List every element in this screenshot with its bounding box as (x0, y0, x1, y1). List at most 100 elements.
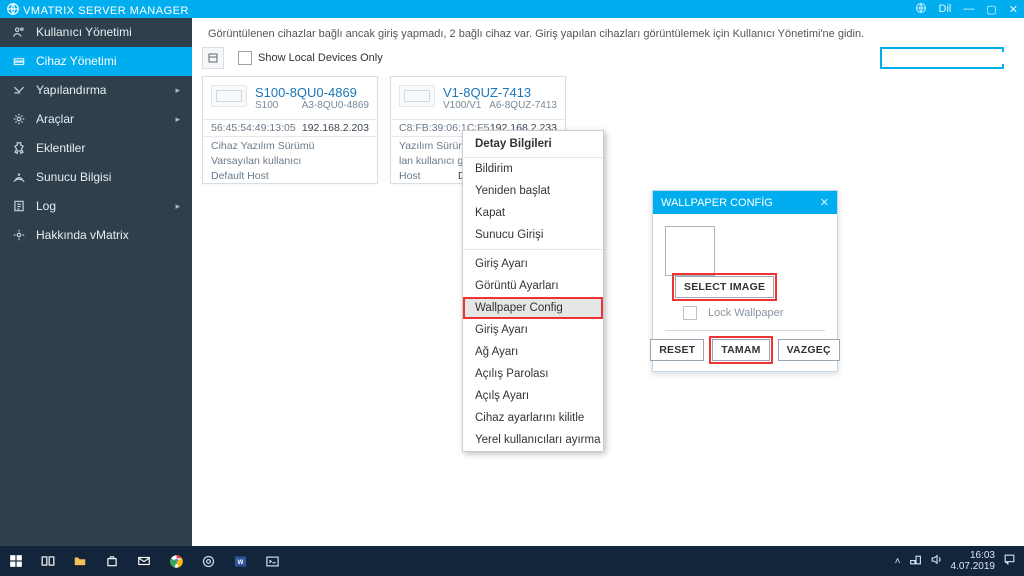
device-info-row: Varsayılan kullanıcı (203, 153, 377, 168)
sidebar-item-hakk-nda-vmatrix[interactable]: Hakkında vMatrix (0, 221, 192, 250)
search-input[interactable] (884, 52, 1024, 64)
app-brand: VMATRIX SERVER MANAGER (6, 2, 189, 17)
sidebar-item-label: Log (36, 199, 56, 213)
show-local-only-label: Show Local Devices Only (258, 52, 383, 64)
context-menu-item[interactable]: Yerel kullanıcıları ayırma (463, 429, 603, 451)
minimize-button[interactable]: — (963, 3, 974, 15)
sidebar-icon (12, 54, 26, 68)
context-menu-item[interactable]: Sunucu Girişi (463, 224, 603, 246)
svg-text:W: W (237, 559, 243, 566)
ok-button[interactable]: TAMAM (712, 339, 769, 361)
context-menu-item[interactable]: Açılış Parolası (463, 363, 603, 385)
lock-wallpaper-label: Lock Wallpaper (708, 307, 783, 319)
device-subtitle: V100/V1A6-8QUZ-7413 (443, 100, 557, 111)
clock-time: 16:03 (951, 550, 996, 561)
sidebar-item-yap-land-rma[interactable]: Yapılandırma ▸ (0, 76, 192, 105)
sidebar-item-cihaz-y-netimi[interactable]: Cihaz Yönetimi (0, 47, 192, 76)
show-local-only-checkbox[interactable] (238, 51, 252, 65)
close-button[interactable]: ✕ (1009, 3, 1018, 16)
sidebar-item-label: Araçlar (36, 112, 74, 126)
context-menu-item[interactable]: Giriş Ayarı (463, 319, 603, 341)
context-menu-item[interactable]: Giriş Ayarı (463, 253, 603, 275)
device-title: V1-8QUZ-7413 (443, 85, 557, 100)
sidebar-icon (12, 228, 26, 242)
language-label[interactable]: Dil (939, 3, 952, 15)
context-menu-item[interactable]: Cihaz ayarlarını kilitle (463, 407, 603, 429)
sidebar: Kullanıcı Yönetimi Cihaz Yönetimi Yapıland… (0, 18, 192, 546)
sidebar-item-log[interactable]: Log ▸ (0, 192, 192, 221)
device-thumbnail (211, 85, 247, 107)
microsoft-store-icon[interactable] (96, 546, 128, 576)
device-info-row: 56:45:54:49:13:05192.168.2.203 (203, 120, 377, 135)
context-menu-item[interactable]: Yeniden başlat (463, 180, 603, 202)
dialog-titlebar: WALLPAPER CONFİG ✕ (653, 191, 837, 214)
context-menu-item[interactable]: Kapat (463, 202, 603, 224)
sidebar-item-kullan-c-y-netimi[interactable]: Kullanıcı Yönetimi (0, 18, 192, 47)
dialog-close-button[interactable]: ✕ (820, 196, 829, 209)
vmatrix-taskbar-icon[interactable] (192, 546, 224, 576)
globe-icon (915, 2, 927, 17)
sidebar-item-label: Eklentiler (36, 141, 85, 155)
device-card[interactable]: S100-8QU0-4869S100A3-8QU0-4869 56:45:54:4… (202, 76, 378, 184)
sidebar-item-eklentiler[interactable]: Eklentiler (0, 134, 192, 163)
context-menu-item[interactable]: Ağ Ayarı (463, 341, 603, 363)
mail-icon[interactable] (128, 546, 160, 576)
device-thumbnail (399, 85, 435, 107)
maximize-button[interactable]: ▢ (986, 3, 996, 16)
status-text: Görüntülenen cihazlar bağlı ancak giriş … (208, 28, 1004, 40)
volume-icon[interactable] (930, 553, 943, 569)
sidebar-item-sunucu-bilgisi[interactable]: Sunucu Bilgisi (0, 163, 192, 192)
windows-taskbar: W ˄ 16:03 4.07.2019 (0, 546, 1024, 576)
sidebar-item-label: Hakkında vMatrix (36, 228, 129, 242)
context-menu-item[interactable]: Açılş Ayarı (463, 385, 603, 407)
context-menu-item[interactable]: Wallpaper Config (463, 297, 603, 319)
chevron-right-icon: ▸ (175, 114, 180, 125)
toolbar: Show Local Devices Only (202, 46, 1004, 70)
titlebar: VMATRIX SERVER MANAGER Dil — ▢ ✕ (0, 0, 1024, 18)
taskbar-clock[interactable]: 16:03 4.07.2019 (951, 550, 996, 572)
sidebar-item-label: Kullanıcı Yönetimi (36, 25, 132, 39)
context-menu-header: Detay Bilgileri (463, 131, 603, 158)
system-tray: ˄ 16:03 4.07.2019 (895, 550, 1024, 572)
chevron-right-icon: ▸ (175, 201, 180, 212)
wallpaper-preview (665, 226, 715, 276)
select-image-button[interactable]: SELECT IMAGE (675, 276, 774, 298)
view-toggle-button[interactable] (202, 47, 224, 69)
sidebar-icon (12, 170, 26, 184)
sidebar-item-label: Sunucu Bilgisi (36, 170, 111, 184)
wallpaper-config-dialog: WALLPAPER CONFİG ✕ SELECT IMAGE Lock Wal… (652, 190, 838, 372)
chrome-icon[interactable] (160, 546, 192, 576)
cancel-button[interactable]: VAZGEÇ (778, 339, 840, 361)
word-icon[interactable]: W (224, 546, 256, 576)
file-explorer-icon[interactable] (64, 546, 96, 576)
app-title: VMATRIX SERVER MANAGER (23, 5, 189, 17)
device-title: S100-8QU0-4869 (255, 85, 369, 100)
device-subtitle: S100A3-8QU0-4869 (255, 100, 369, 111)
sidebar-item-ara-lar[interactable]: Araçlar ▸ (0, 105, 192, 134)
terminal-icon[interactable] (256, 546, 288, 576)
device-info-row: Default Host (203, 168, 377, 183)
context-menu-item[interactable]: Bildirim (463, 158, 603, 180)
context-menu-item[interactable]: Görüntü Ayarları (463, 275, 603, 297)
start-button[interactable] (0, 546, 32, 576)
sidebar-icon (12, 112, 26, 126)
lock-wallpaper-checkbox[interactable] (683, 306, 697, 320)
chevron-right-icon: ▸ (175, 85, 180, 96)
network-icon[interactable] (909, 553, 922, 569)
sidebar-icon (12, 83, 26, 97)
device-info-row: Cihaz Yazılım Sürümü (203, 138, 377, 153)
task-view-button[interactable] (32, 546, 64, 576)
search-box[interactable] (880, 47, 1004, 69)
clock-date: 4.07.2019 (951, 561, 996, 572)
context-menu: Detay BilgileriBildirimYeniden başlatKap… (462, 130, 604, 452)
content-pane: Görüntülenen cihazlar bağlı ancak giriş … (192, 18, 1024, 546)
sidebar-icon (12, 141, 26, 155)
sidebar-item-label: Cihaz Yönetimi (36, 54, 116, 68)
sidebar-icon (12, 25, 26, 39)
dialog-title: WALLPAPER CONFİG (661, 197, 773, 209)
sidebar-icon (12, 199, 26, 213)
notification-center-icon[interactable] (1003, 553, 1016, 569)
tray-chevron-icon[interactable]: ˄ (895, 556, 901, 567)
sidebar-item-label: Yapılandırma (36, 83, 106, 97)
reset-button[interactable]: RESET (650, 339, 704, 361)
